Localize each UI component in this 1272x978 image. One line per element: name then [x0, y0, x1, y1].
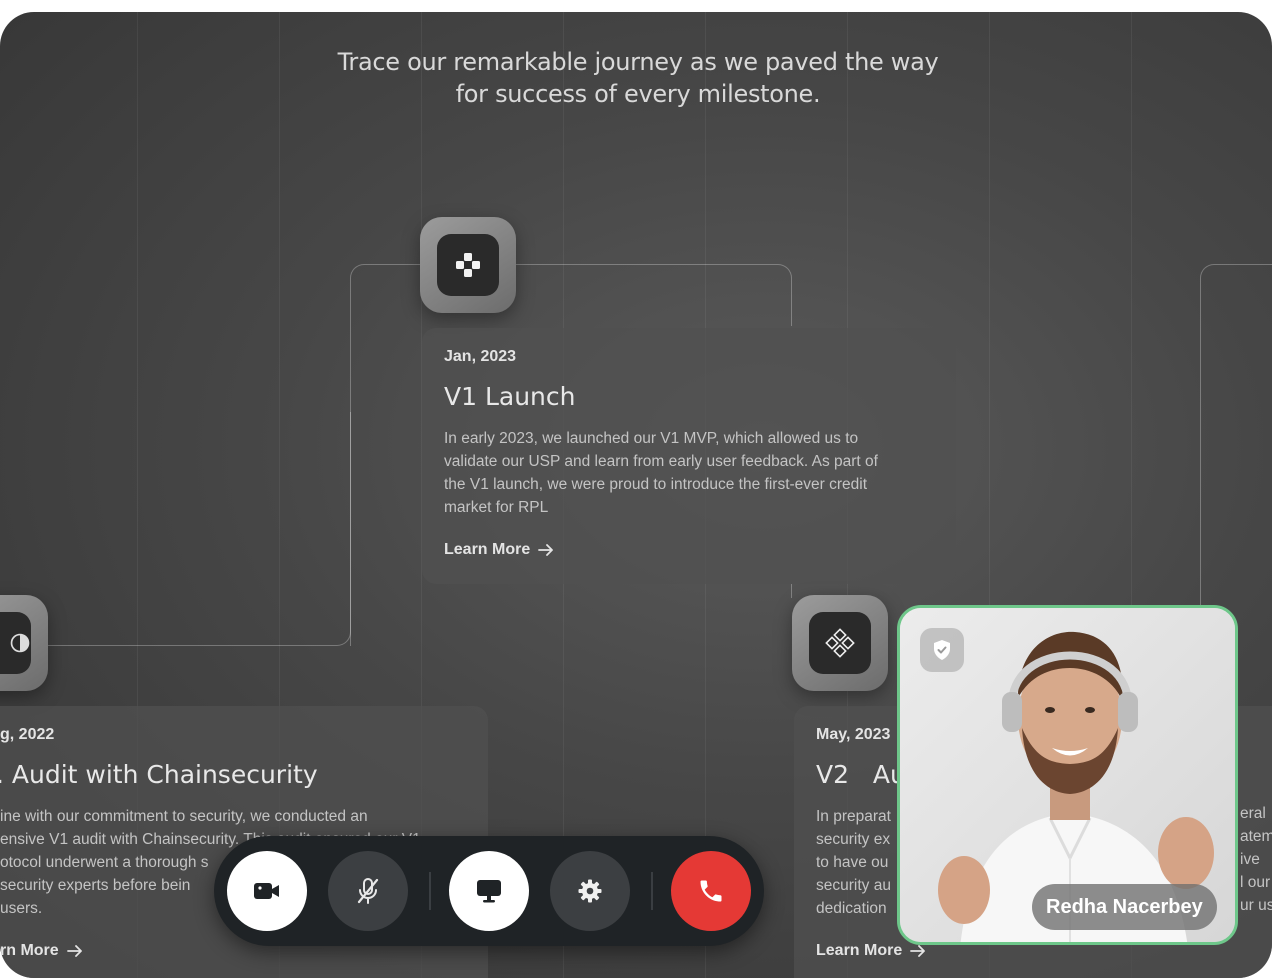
- learn-more-label: Learn More: [444, 541, 531, 558]
- timeline-connector: [40, 412, 351, 646]
- desc-line: In early 2023, we launched our V1 MVP, w…: [444, 430, 859, 447]
- arrow-right-icon: [538, 544, 554, 556]
- milestone-card-v1: Jan, 2023 V1 Launch In early 2023, we la…: [422, 328, 956, 584]
- control-divider: [651, 872, 653, 910]
- participant-video-tile[interactable]: Redha Nacerbey: [897, 605, 1238, 945]
- milestone-title: V1 Launch: [444, 382, 576, 411]
- participant-name: Redha Nacerbey: [1032, 884, 1217, 930]
- end-call-button[interactable]: [671, 851, 751, 931]
- milestone-node-v2: [792, 595, 888, 691]
- intro-line-2: for success of every milestone.: [455, 80, 821, 108]
- arrow-right-icon: [910, 945, 926, 957]
- desc-fragment: ive: [1240, 851, 1260, 868]
- call-control-bar: [214, 836, 764, 946]
- learn-more-label: rn More: [0, 942, 59, 959]
- intro-line-1: Trace our remarkable journey as we paved…: [337, 48, 939, 76]
- desc-fragment: ur us: [1240, 897, 1272, 914]
- desc-fragment: l our: [1240, 874, 1271, 891]
- mute-toggle-button[interactable]: [328, 851, 408, 931]
- timeline-connector: [1200, 264, 1272, 664]
- milestone-date: Jan, 2023: [444, 348, 517, 365]
- node-inner: [437, 234, 499, 296]
- timeline-connector: [350, 264, 422, 646]
- milestone-node-v1: [420, 217, 516, 313]
- secure-badge: [920, 628, 964, 672]
- desc-fragment: eral: [1240, 805, 1266, 822]
- desc-line: ine with our commitment to security, we …: [0, 808, 368, 825]
- screen-share-icon: [477, 880, 501, 903]
- camera-toggle-button[interactable]: [227, 851, 307, 931]
- arrow-right-icon: [66, 945, 82, 957]
- desc-line: validate our USP and learn from early us…: [444, 453, 878, 470]
- diamond-grid-icon: [825, 628, 855, 658]
- learn-more-link[interactable]: Learn More: [444, 541, 934, 559]
- desc-fragment: atem: [1240, 828, 1272, 845]
- milestone-title: . Audit with Chainsecurity: [0, 760, 318, 789]
- dots-cluster-icon: [456, 253, 480, 277]
- video-camera-icon: [254, 883, 279, 899]
- node-inner: [809, 612, 871, 674]
- node-inner: [0, 612, 31, 674]
- mic-off-icon: [357, 878, 379, 904]
- milestone-description-right: eral atem ive l our ur us: [1240, 802, 1272, 917]
- milestone-node-audit: [0, 595, 48, 691]
- half-circle-icon: [10, 633, 30, 653]
- milestone-date: g, 2022: [0, 726, 55, 743]
- settings-button[interactable]: [550, 851, 630, 931]
- screen-share-button[interactable]: [449, 851, 529, 931]
- phone-icon: [700, 880, 722, 902]
- learn-more-label: Learn More: [816, 942, 903, 959]
- settings-gear-icon: [578, 879, 602, 903]
- milestone-description: In early 2023, we launched our V1 MVP, w…: [444, 427, 934, 519]
- desc-line: market for RPL: [444, 499, 549, 516]
- control-divider: [429, 872, 431, 910]
- desc-line: the V1 launch, we were proud to introduc…: [444, 476, 868, 493]
- section-intro: Trace our remarkable journey as we paved…: [300, 46, 976, 110]
- timeline-connector: [514, 264, 792, 326]
- timeline-connector: [791, 584, 792, 598]
- shield-check-icon: [934, 640, 950, 660]
